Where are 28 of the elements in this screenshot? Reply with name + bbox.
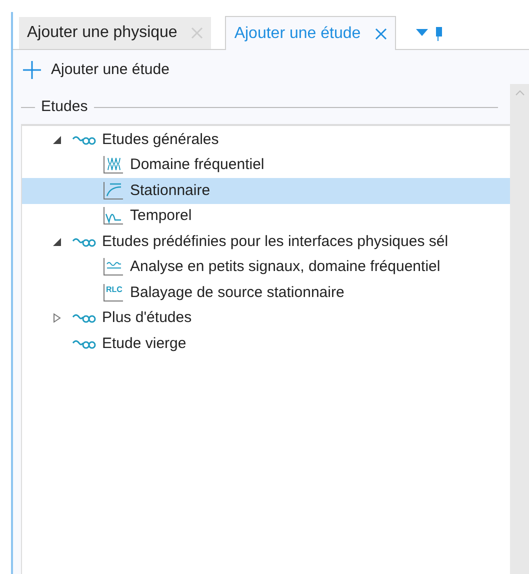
tree-item[interactable]: Etudes générales	[22, 127, 510, 152]
tree-item[interactable]: Plus d'études	[22, 306, 510, 331]
expand-triangle-icon[interactable]	[52, 313, 62, 324]
tree-item[interactable]: RLC Balayage de source stationnaire	[22, 280, 510, 306]
add-study-button[interactable]: Ajouter une étude	[23, 58, 170, 82]
wave-plot-icon	[102, 155, 124, 176]
peak-plot-icon	[102, 206, 124, 226]
curve-plot-icon	[102, 180, 124, 201]
group-title: Etudes	[41, 96, 88, 117]
glasses-icon	[72, 236, 96, 248]
tree-item[interactable]: Etudes prédéfinies pour les interfaces physiques sél	[22, 229, 510, 254]
plus-icon	[23, 61, 41, 79]
dropdown-caret-icon[interactable]	[416, 29, 428, 37]
tree-item[interactable]: Analyse en petits signaux, domaine fréquentiel	[22, 254, 510, 280]
tree-item[interactable]: Temporel	[22, 204, 510, 229]
tree-item[interactable]: Stationnaire	[22, 178, 510, 204]
glasses-icon	[72, 134, 96, 146]
pin-icon[interactable]	[436, 27, 442, 41]
collapse-triangle-icon[interactable]	[52, 134, 62, 145]
close-icon[interactable]	[374, 28, 387, 40]
tab[interactable]: Ajouter une physique	[19, 17, 212, 49]
collapse-triangle-icon[interactable]	[52, 236, 62, 247]
scrollbar[interactable]	[510, 84, 529, 574]
tree-item[interactable]: Etude vierge	[22, 331, 510, 356]
glasses-icon	[72, 338, 96, 350]
tree-item[interactable]: Domaine fréquentiel	[22, 152, 510, 178]
ripple-plot-icon	[102, 257, 124, 278]
glasses-icon	[72, 312, 96, 324]
